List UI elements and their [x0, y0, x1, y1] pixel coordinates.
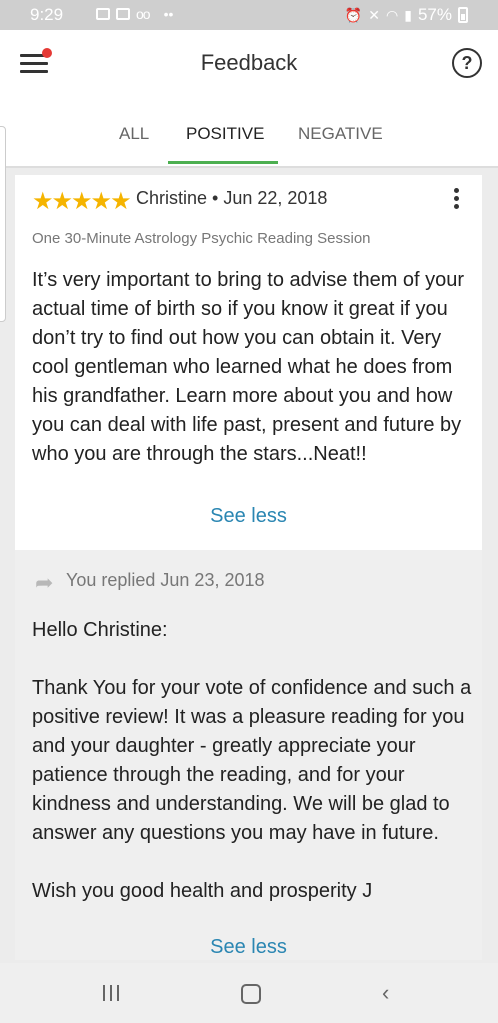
back-icon[interactable]: ‹ — [382, 980, 389, 1006]
image-notification-icon — [96, 8, 110, 20]
help-icon[interactable]: ? — [452, 48, 482, 78]
wifi-icon: ◠ — [386, 6, 399, 23]
reply-card: ➦ You replied Jun 23, 2018 Hello Christi… — [15, 550, 482, 960]
recent-apps-icon[interactable] — [103, 985, 119, 1001]
voicemail-icon: oo — [136, 6, 151, 22]
status-bar: 9:29 oo •• ⏰ ✕ ◠ ▮ 57% — [0, 0, 498, 30]
tab-negative[interactable]: NEGATIVE — [298, 124, 383, 144]
app-bar: Feedback ? — [0, 30, 498, 100]
reply-see-less-link[interactable]: See less — [15, 936, 482, 960]
mute-icon: ✕ — [368, 6, 381, 23]
session-title: One 30-Minute Astrology Psychic Reading … — [32, 230, 371, 247]
reviewer-name-date: Christine • Jun 22, 2018 — [136, 188, 328, 208]
reply-arrow-icon: ➦ — [35, 570, 54, 595]
feedback-tabs: ALL POSITIVE NEGATIVE — [0, 100, 498, 168]
home-icon[interactable] — [241, 984, 261, 1004]
reply-date: You replied Jun 23, 2018 — [66, 570, 265, 590]
more-notifications-icon: •• — [163, 6, 174, 22]
side-panel-edge[interactable] — [0, 126, 6, 322]
review-card: ★★★★★ Christine • Jun 22, 2018 One 30-Mi… — [15, 175, 482, 550]
star-rating: ★★★★★ — [32, 188, 132, 215]
system-icons: ⏰ ✕ ◠ ▮ 57% — [345, 5, 468, 25]
review-text: It’s very important to bring to advise t… — [32, 269, 465, 465]
reply-text: Hello Christine: Thank You for your vote… — [32, 619, 472, 902]
tab-all[interactable]: ALL — [119, 124, 149, 144]
mail-notification-icon — [116, 8, 130, 20]
active-tab-indicator — [168, 161, 278, 164]
alarm-icon: ⏰ — [344, 6, 363, 23]
tab-positive[interactable]: POSITIVE — [186, 124, 264, 144]
battery-percent: 57% — [417, 5, 452, 24]
see-less-link[interactable]: See less — [15, 505, 482, 528]
notification-icons: oo •• — [96, 6, 173, 22]
signal-icon: ▮ — [404, 6, 412, 23]
more-options-icon[interactable] — [454, 188, 460, 212]
battery-icon — [458, 7, 468, 23]
status-time: 9:29 — [30, 5, 64, 24]
page-title: Feedback — [200, 50, 298, 75]
system-nav-bar: ‹ — [0, 963, 498, 1023]
